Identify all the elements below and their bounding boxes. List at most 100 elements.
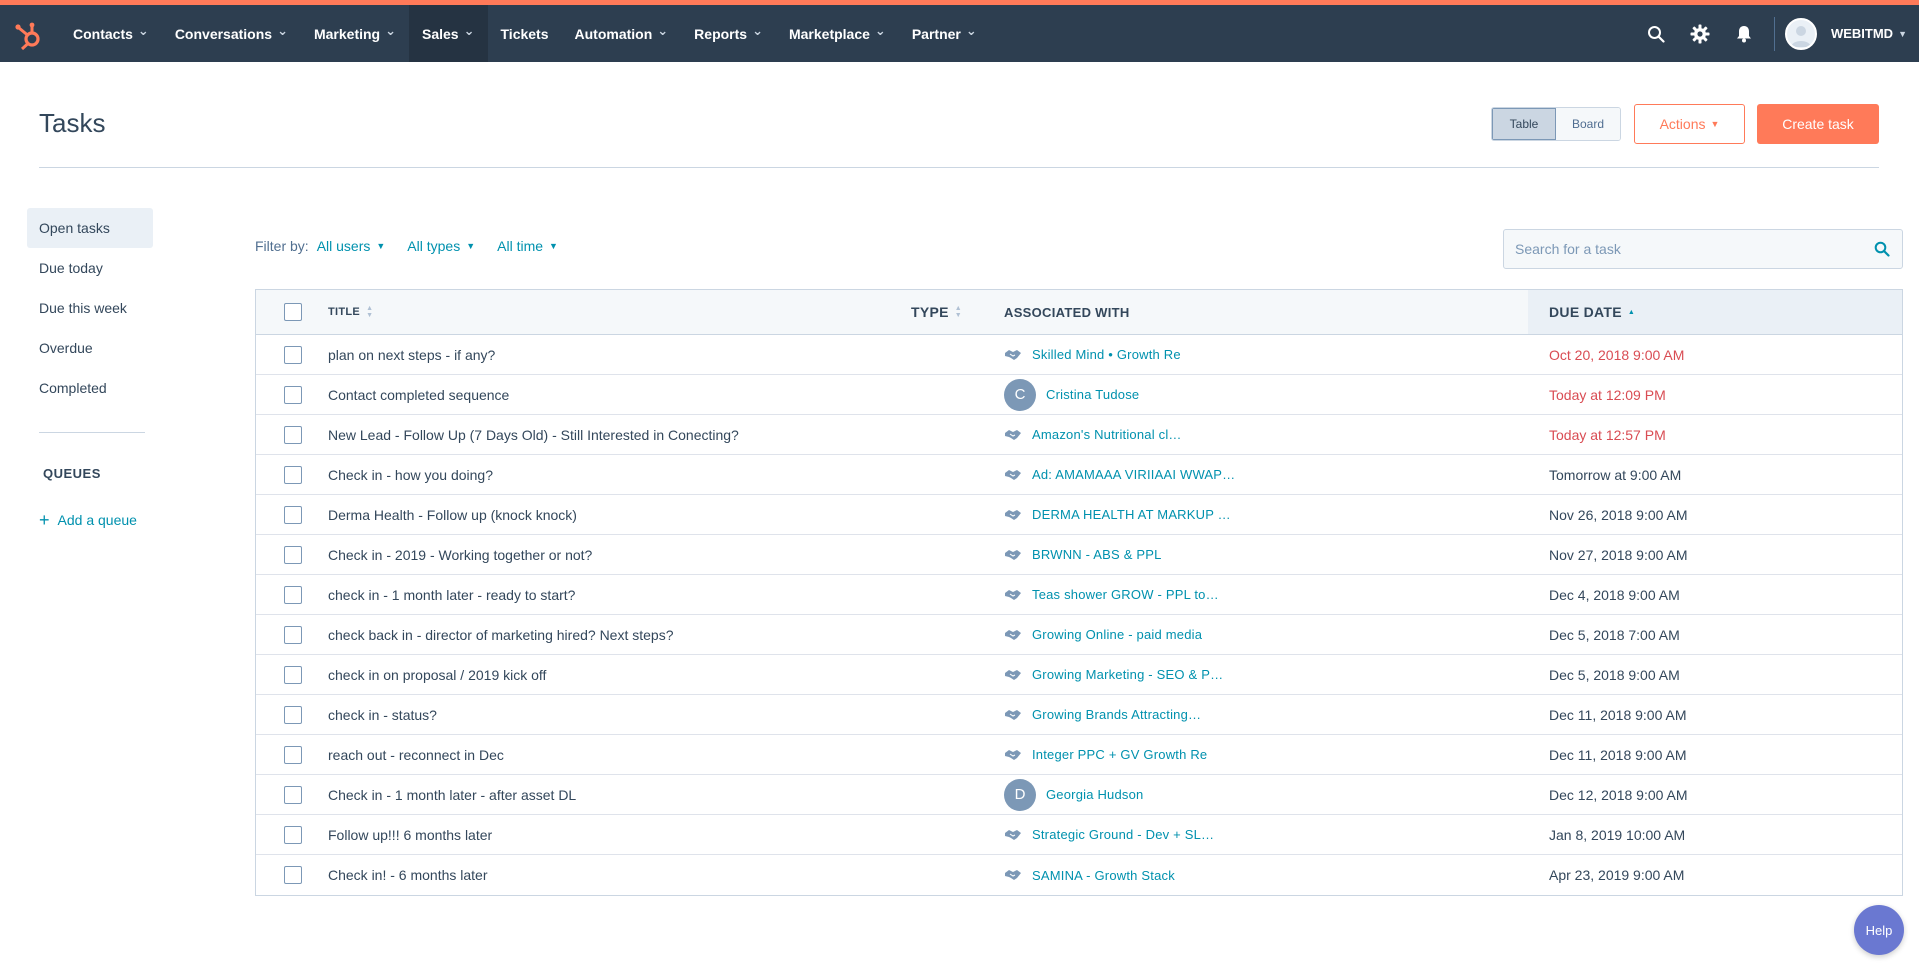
- types-filter-dropdown[interactable]: All types ▼: [407, 238, 475, 254]
- users-filter-dropdown[interactable]: All users ▼: [317, 238, 386, 254]
- deal-handshake-icon: [1004, 828, 1024, 842]
- table-row: Follow up!!! 6 months later Strategic Gro…: [256, 815, 1902, 855]
- user-avatar[interactable]: [1784, 17, 1817, 50]
- sidebar-divider: [39, 432, 145, 433]
- associated-record-link[interactable]: BRWNN - ABS & PPL: [1032, 547, 1162, 562]
- deal-handshake-icon: [1004, 708, 1024, 722]
- chevron-down-icon: ⌄: [385, 22, 396, 38]
- chevron-down-icon: ⌄: [874, 22, 886, 38]
- types-filter-label: All types: [407, 238, 461, 254]
- task-search-input[interactable]: [1504, 230, 1862, 268]
- task-title[interactable]: check in - 1 month later - ready to star…: [326, 587, 911, 603]
- associated-record-link[interactable]: Skilled Mind • Growth Re: [1032, 347, 1181, 362]
- sidebar-item-completed[interactable]: Completed: [27, 368, 153, 408]
- row-select-cell: [256, 465, 326, 484]
- task-title[interactable]: check back in - director of marketing hi…: [326, 627, 911, 643]
- row-checkbox[interactable]: [284, 425, 302, 444]
- row-checkbox[interactable]: [284, 665, 302, 684]
- nav-automation[interactable]: Automation ⌄: [562, 5, 682, 62]
- nav-contacts[interactable]: Contacts ⌄: [60, 5, 162, 62]
- row-checkbox[interactable]: [284, 745, 302, 764]
- row-checkbox[interactable]: [284, 825, 302, 844]
- row-checkbox[interactable]: [284, 385, 302, 404]
- task-title[interactable]: reach out - reconnect in Dec: [326, 747, 911, 763]
- due-date-column-header[interactable]: DUE DATE ▲: [1528, 290, 1902, 334]
- sidebar-item-due-today[interactable]: Due today: [27, 248, 153, 288]
- type-column-header[interactable]: TYPE ▲ ▼: [911, 304, 1004, 320]
- table-row: Derma Health - Follow up (knock knock) DE…: [256, 495, 1902, 535]
- task-title[interactable]: New Lead - Follow Up (7 Days Old) - Stil…: [326, 427, 911, 443]
- gear-icon[interactable]: [1690, 24, 1710, 44]
- row-checkbox[interactable]: [284, 505, 302, 524]
- row-select-cell: [256, 625, 326, 644]
- task-title[interactable]: Follow up!!! 6 months later: [326, 827, 911, 843]
- row-select-cell: [256, 825, 326, 844]
- account-menu[interactable]: WEBITMD ▼: [1831, 26, 1907, 41]
- time-filter-dropdown[interactable]: All time ▼: [497, 238, 558, 254]
- help-button[interactable]: Help: [1854, 905, 1904, 955]
- deal-handshake-icon: [1004, 668, 1024, 682]
- task-title[interactable]: check in - status?: [326, 707, 911, 723]
- associated-record-link[interactable]: Integer PPC + GV Growth Re: [1032, 747, 1207, 762]
- row-checkbox[interactable]: [284, 465, 302, 484]
- nav-partner[interactable]: Partner ⌄: [899, 5, 990, 62]
- associated-record-link[interactable]: Growing Marketing - SEO & P…: [1032, 667, 1223, 682]
- title-column-header[interactable]: TITLE ▲ ▼: [326, 305, 911, 319]
- nav-tickets[interactable]: Tickets: [488, 5, 562, 62]
- row-checkbox[interactable]: [284, 345, 302, 364]
- deal-handshake-icon: [1004, 868, 1024, 882]
- create-task-button[interactable]: Create task: [1757, 104, 1879, 144]
- task-title[interactable]: Check in - how you doing?: [326, 467, 911, 483]
- associated-record-link[interactable]: DERMA HEALTH AT MARKUP …: [1032, 507, 1231, 522]
- associated-record-link[interactable]: Georgia Hudson: [1046, 787, 1143, 802]
- associated-record-link[interactable]: Cristina Tudose: [1046, 387, 1139, 402]
- actions-button[interactable]: Actions ▼: [1634, 104, 1745, 144]
- associated-record-link[interactable]: Teas shower GROW - PPL to…: [1032, 587, 1219, 602]
- row-checkbox[interactable]: [284, 866, 302, 884]
- task-title[interactable]: Check in! - 6 months later: [326, 867, 911, 883]
- nav-marketing[interactable]: Marketing ⌄: [301, 5, 409, 62]
- header-divider: [39, 167, 1879, 168]
- sidebar-item-overdue[interactable]: Overdue: [27, 328, 153, 368]
- nav-sales[interactable]: Sales ⌄: [409, 5, 488, 62]
- task-title[interactable]: Check in - 1 month later - after asset D…: [326, 787, 911, 803]
- row-checkbox[interactable]: [284, 705, 302, 724]
- nav-marketplace[interactable]: Marketplace ⌄: [776, 5, 899, 62]
- search-icon[interactable]: [1646, 24, 1666, 44]
- associated-record-link[interactable]: Growing Online - paid media: [1032, 627, 1202, 642]
- table-row: Check in! - 6 months later SAMINA - Growt…: [256, 855, 1902, 895]
- hubspot-logo-icon[interactable]: [12, 20, 46, 52]
- search-icon[interactable]: [1862, 230, 1902, 268]
- nav-reports[interactable]: Reports ⌄: [681, 5, 776, 62]
- task-title[interactable]: plan on next steps - if any?: [326, 347, 911, 363]
- title-column-label: TITLE: [328, 306, 361, 318]
- select-all-checkbox[interactable]: [284, 303, 302, 321]
- row-checkbox[interactable]: [284, 785, 302, 804]
- row-select-cell: [256, 545, 326, 564]
- row-checkbox[interactable]: [284, 585, 302, 604]
- deal-handshake-icon: [1004, 628, 1024, 642]
- task-title[interactable]: Contact completed sequence: [326, 387, 911, 403]
- board-view-button[interactable]: Board: [1556, 108, 1620, 140]
- row-select-cell: [256, 585, 326, 604]
- associated-record-link[interactable]: Amazon's Nutritional cl…: [1032, 427, 1182, 442]
- associated-record-link[interactable]: Ad: AMAMAAA VIRIIAAI WWAP…: [1032, 467, 1235, 482]
- associated-record-link[interactable]: SAMINA - Growth Stack: [1032, 868, 1175, 883]
- table-view-button[interactable]: Table: [1492, 108, 1556, 140]
- row-checkbox[interactable]: [284, 545, 302, 564]
- task-title[interactable]: Check in - 2019 - Working together or no…: [326, 547, 911, 563]
- table-row: Check in - 1 month later - after asset D…: [256, 775, 1902, 815]
- task-title[interactable]: check in on proposal / 2019 kick off: [326, 667, 911, 683]
- table-row: New Lead - Follow Up (7 Days Old) - Stil…: [256, 415, 1902, 455]
- sidebar-item-due-this-week[interactable]: Due this week: [27, 288, 153, 328]
- row-checkbox[interactable]: [284, 625, 302, 644]
- associated-record-link[interactable]: Growing Brands Attracting…: [1032, 707, 1201, 722]
- add-queue-link[interactable]: + Add a queue: [39, 511, 137, 529]
- sidebar-item-open-tasks[interactable]: Open tasks: [27, 208, 153, 248]
- nav-label: Contacts: [73, 25, 133, 42]
- nav-label: Conversations: [174, 25, 273, 42]
- nav-conversations[interactable]: Conversations ⌄: [162, 5, 301, 62]
- bell-icon[interactable]: [1734, 24, 1754, 44]
- task-title[interactable]: Derma Health - Follow up (knock knock): [326, 507, 911, 523]
- associated-record-link[interactable]: Strategic Ground - Dev + SL…: [1032, 827, 1214, 842]
